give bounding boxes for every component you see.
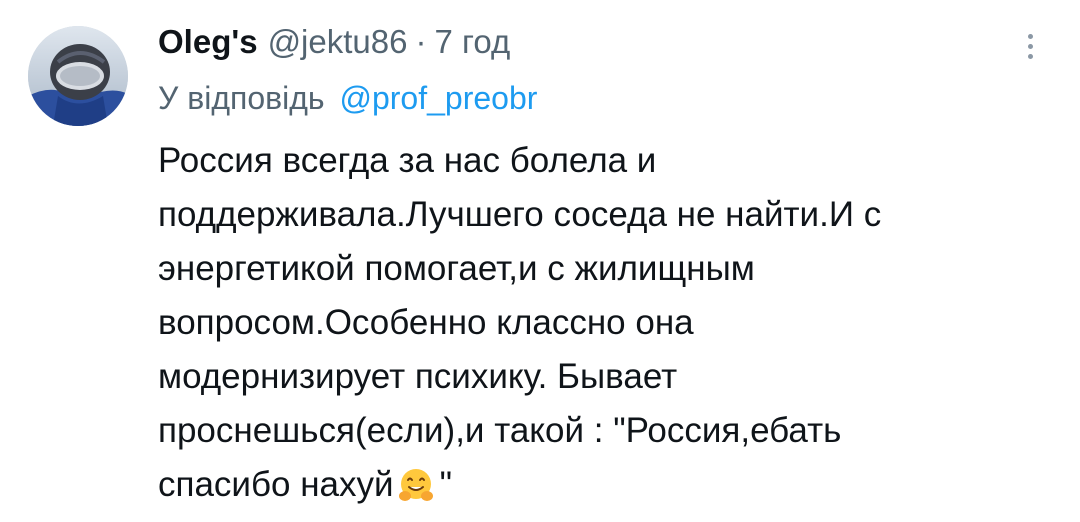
tweet[interactable]: Oleg's @jektu86 · 7 год У відповідь @pro… (0, 0, 1080, 522)
more-options-icon[interactable] (1012, 28, 1048, 64)
tweet-text-line: энергетикой помогает,и с жилищным (158, 249, 755, 288)
closing-quote: " (439, 465, 452, 504)
reply-to-link[interactable]: @prof_preobr (339, 80, 537, 116)
tweet-text-line: Россия всегда за нас болела и (158, 141, 657, 180)
reply-prefix: У відповідь (158, 80, 325, 116)
more-dot (1027, 53, 1033, 59)
tweet-text-line: модернизирует психику. Бывает (158, 357, 678, 396)
reply-context: У відповідь @prof_preobr (158, 76, 537, 120)
more-dot (1027, 33, 1033, 39)
user-handle[interactable]: @jektu86 (268, 20, 408, 64)
separator-dot: · (415, 23, 427, 60)
tweet-text-line: поддерживала.Лучшего соседа не найти.И с (158, 195, 882, 234)
timestamp[interactable]: 7 год (434, 20, 510, 64)
tweet-text: Россия всегда за нас болела и поддержива… (158, 134, 1038, 512)
more-dot (1027, 43, 1033, 49)
tweet-header: Oleg's @jektu86 · 7 год (158, 20, 510, 64)
avatar[interactable] (28, 26, 128, 126)
tweet-text-line: вопросом.Особенно классно она (158, 303, 694, 342)
hugging-face-emoji-icon (396, 466, 436, 506)
avatar-photo (28, 26, 128, 126)
display-name[interactable]: Oleg's (158, 20, 258, 64)
tweet-text-line: проснешься(если),и такой : "Россия,ебать (158, 411, 842, 450)
tweet-text-line: спасибо нахуй (158, 465, 394, 504)
tweet-text-last-line: спасибо нахуй " (158, 458, 1038, 512)
